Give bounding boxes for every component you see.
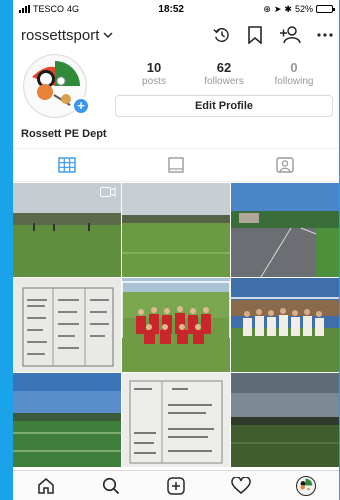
chevron-down-icon [103, 32, 113, 39]
tab-portrait[interactable] [122, 149, 231, 181]
tab-home[interactable] [26, 471, 66, 500]
grid-post[interactable] [122, 278, 230, 372]
activity-icon [231, 476, 251, 494]
stat-followers[interactable]: 62 followers [189, 60, 259, 87]
tagged-icon [275, 157, 294, 173]
profile-header: rossettsport [13, 18, 339, 52]
alarm-icon: ⊕ [263, 3, 271, 14]
edit-profile-button[interactable]: Edit Profile [115, 95, 333, 117]
network-label: 4G [67, 4, 80, 14]
avatar[interactable]: + [23, 54, 90, 118]
post-image [231, 278, 339, 372]
grid-post[interactable] [231, 373, 339, 467]
status-bar: TESCO 4G 18:52 ⊕ ➤ ✱ 52% [13, 0, 339, 18]
battery-percent: 52% [294, 4, 313, 14]
stat-following[interactable]: 0 following [259, 60, 329, 87]
portrait-icon [168, 157, 184, 173]
stat-value: 10 [146, 60, 162, 75]
bottom-tab-bar [13, 470, 339, 500]
post-image [231, 183, 339, 277]
grid-post[interactable] [122, 373, 230, 467]
app-screen: TESCO 4G 18:52 ⊕ ➤ ✱ 52% rossettsport + … [13, 0, 339, 500]
post-grid [13, 183, 339, 467]
grid-post[interactable] [122, 183, 230, 277]
clock: 18:52 [158, 3, 184, 15]
stat-value: 0 [290, 60, 298, 75]
post-image [122, 183, 230, 277]
grid-post[interactable] [231, 278, 339, 372]
battery-icon [315, 5, 335, 13]
tab-activity[interactable] [221, 471, 261, 500]
discover-people-icon[interactable] [279, 26, 301, 44]
display-name: Rossett PE Dept [21, 128, 107, 140]
signal-icon [19, 5, 30, 13]
account-switcher[interactable]: rossettsport [21, 27, 113, 44]
tab-profile[interactable] [286, 471, 326, 500]
view-tabs [13, 148, 339, 182]
post-image [122, 373, 230, 467]
post-image [231, 373, 339, 467]
profile-stats: 10 posts 62 followers 0 following [115, 54, 333, 87]
tab-search[interactable] [91, 471, 131, 500]
new-post-icon [167, 476, 185, 495]
post-image [13, 278, 121, 372]
grid-post[interactable] [231, 183, 339, 277]
grid-post[interactable] [13, 373, 121, 467]
profile-icon [296, 475, 317, 496]
stat-value: 62 [216, 60, 232, 75]
profile-summary: + 10 posts 62 followers 0 following Edit… [13, 52, 339, 118]
post-image [13, 183, 121, 277]
grid-post[interactable] [13, 183, 121, 277]
carrier-label: TESCO [33, 4, 65, 14]
video-icon [100, 187, 116, 197]
tab-grid[interactable] [13, 149, 122, 181]
add-story-icon[interactable]: + [72, 97, 90, 115]
tab-new-post[interactable] [156, 471, 196, 500]
stat-label: following [274, 76, 314, 87]
stat-label: followers [204, 76, 244, 87]
archive-icon[interactable] [213, 26, 231, 44]
location-icon: ➤ [273, 3, 282, 14]
search-icon [102, 477, 119, 494]
bookmark-icon[interactable] [247, 26, 263, 44]
more-icon[interactable] [317, 32, 333, 38]
tab-tagged[interactable] [230, 149, 339, 181]
stat-posts[interactable]: 10 posts [119, 60, 189, 87]
stat-label: posts [142, 76, 166, 87]
grid-icon [58, 157, 77, 173]
home-icon [37, 477, 54, 494]
post-image [122, 278, 230, 372]
username: rossettsport [21, 26, 100, 44]
post-image [13, 373, 121, 467]
grid-post[interactable] [13, 278, 121, 372]
bluetooth-icon: ✱ [284, 3, 292, 14]
